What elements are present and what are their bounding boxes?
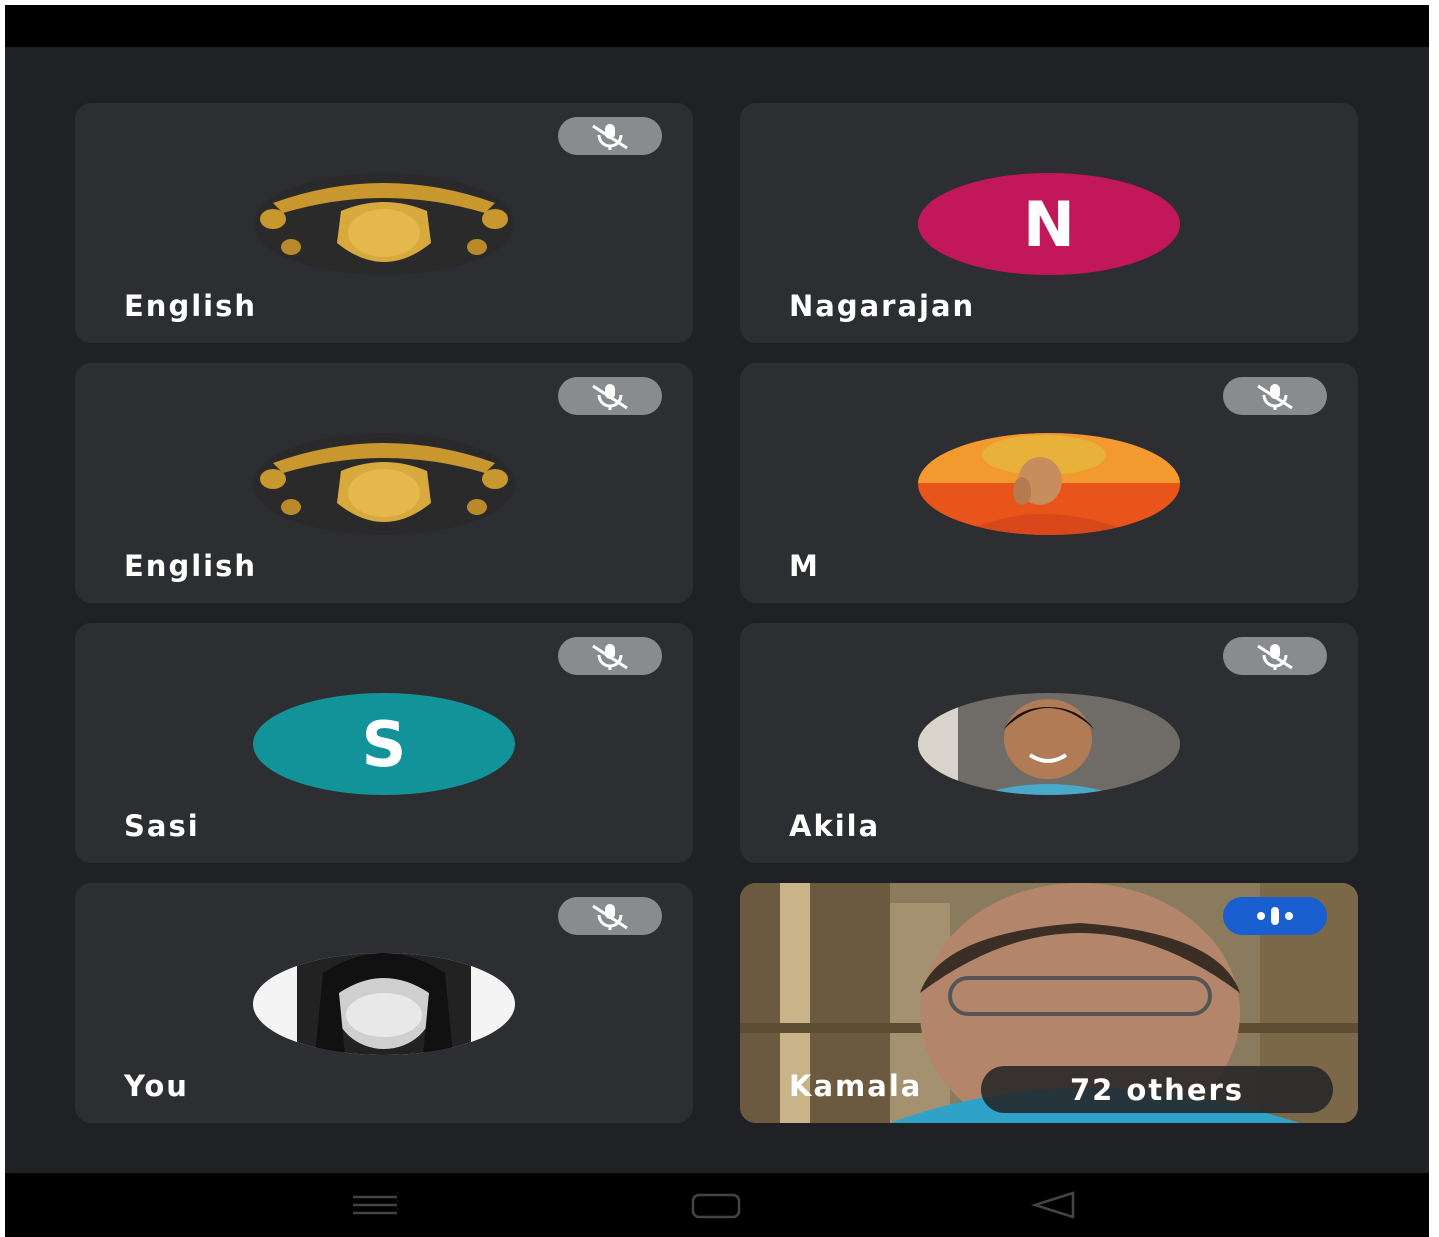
navigation-bar [5,1173,1429,1237]
muted-mic-icon [558,117,662,155]
participant-name: English [124,549,258,583]
avatar: N [918,173,1180,275]
participant-tile[interactable]: Akila [740,623,1358,863]
participant-name: Akila [789,809,881,843]
participant-tile-video[interactable]: Kamala 72 others [740,883,1358,1123]
status-bar [5,5,1429,47]
participant-tile[interactable]: N Nagarajan [740,103,1358,343]
muted-mic-icon [558,897,662,935]
participant-tile[interactable]: M [740,363,1358,603]
participant-tile[interactable]: S Sasi [75,623,693,863]
avatar [918,433,1180,535]
participant-tile[interactable]: English [75,363,693,603]
avatar [253,953,515,1055]
avatar: S [253,693,515,795]
muted-mic-icon [1223,377,1327,415]
avatar [918,693,1180,795]
participant-tile[interactable]: English [75,103,693,343]
participant-name: You [124,1069,189,1103]
participant-name: Kamala [789,1069,923,1103]
triangle-back-icon[interactable] [1025,1187,1085,1223]
avatar [253,433,515,535]
square-icon[interactable] [686,1187,746,1223]
participant-name: Sasi [124,809,200,843]
participant-name: Nagarajan [789,289,976,323]
muted-mic-icon [558,637,662,675]
others-count-button[interactable]: 72 others [981,1066,1333,1113]
muted-mic-icon [1223,637,1327,675]
participant-name: English [124,289,258,323]
muted-mic-icon [558,377,662,415]
participant-tile-self[interactable]: You [75,883,693,1123]
meeting-screen: English N Nagarajan English M S Sasi Aki… [5,5,1429,1237]
speaking-indicator-icon [1223,897,1327,935]
menu-lines-icon[interactable] [345,1187,405,1223]
avatar [253,173,515,275]
participant-name: M [789,549,820,583]
